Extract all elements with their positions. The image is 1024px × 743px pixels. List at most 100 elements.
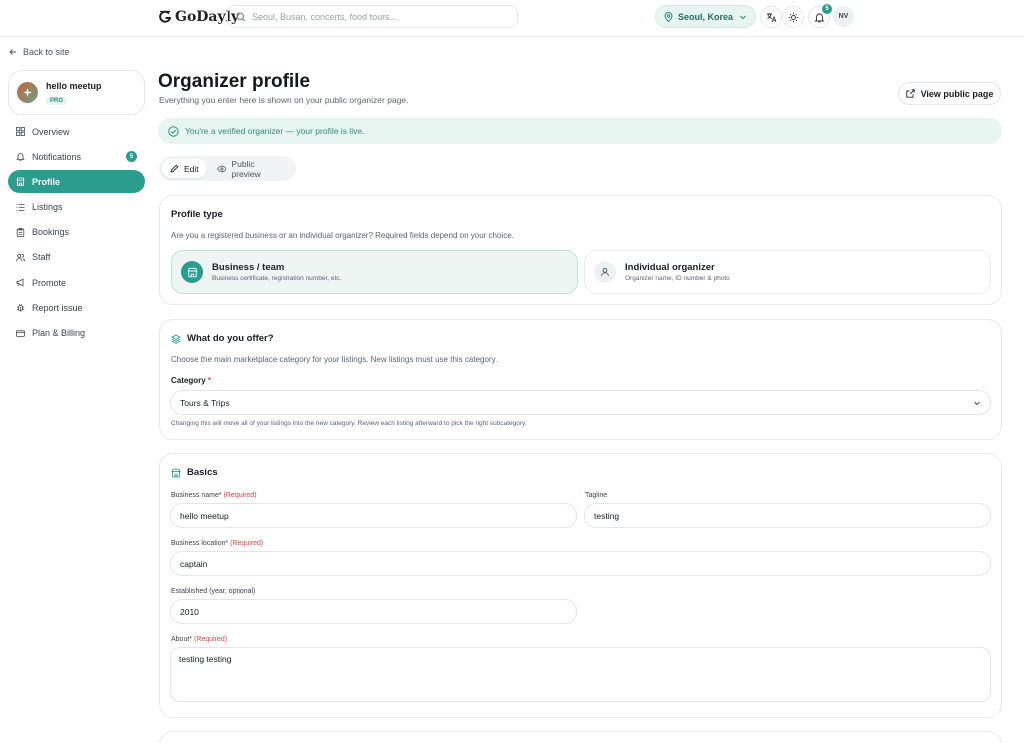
tab-edit[interactable]: Edit — [162, 159, 207, 178]
organizer-name: hello meetup — [46, 80, 102, 91]
store-icon — [181, 261, 203, 283]
business-name-label: Business name* (Required) — [171, 492, 257, 499]
option-label: Business / team — [212, 262, 285, 273]
card-title-text: What do you offer? — [187, 333, 274, 344]
tab-public-preview[interactable]: Public preview — [209, 158, 293, 179]
sidebar-item-notifications[interactable]: Notifications 5 — [8, 145, 145, 168]
notification-count-badge: 5 — [822, 4, 832, 14]
required-marker: * — [207, 376, 212, 385]
option-sublabel: Organizer name, ID number & photo — [625, 275, 730, 282]
tagline-label: Tagline — [585, 492, 607, 499]
sun-icon — [788, 12, 798, 22]
sidebar-item-bookings[interactable]: Bookings — [8, 221, 145, 244]
label-text: Business name* — [171, 492, 222, 499]
layers-icon — [171, 333, 181, 344]
label-text: About* — [171, 636, 193, 643]
sidebar-item-label: Listings — [32, 202, 63, 213]
sidebar-item-label: Profile — [32, 176, 61, 187]
sidebar-item-label: Notifications — [32, 151, 82, 162]
category-helper-text: Changing this will move all of your list… — [171, 420, 527, 427]
verified-banner: You're a verified organizer — your profi… — [158, 118, 1002, 144]
translate-icon — [766, 12, 776, 22]
established-input[interactable]: 2010 — [170, 599, 577, 624]
logo-mark-icon — [159, 10, 172, 23]
sidebar-item-label: Overview — [32, 126, 70, 137]
chevron-down-icon — [974, 401, 980, 406]
sidebar-item-promote[interactable]: Promote — [8, 271, 145, 294]
category-label-text: Category — [171, 376, 206, 385]
option-label: Individual organizer — [625, 262, 715, 273]
view-public-page-button[interactable]: View public page — [898, 82, 1001, 105]
eye-icon — [216, 165, 227, 172]
profile-type-description: Are you a registered business or an indi… — [171, 231, 514, 240]
sidebar-item-staff[interactable]: Staff — [8, 246, 145, 269]
store-icon — [16, 177, 25, 187]
organizer-avatar — [17, 82, 38, 103]
card-icon — [16, 329, 25, 338]
translate-button[interactable] — [760, 6, 782, 28]
card-title-text: Profile type — [171, 209, 223, 220]
category-select[interactable]: Tours & Trips — [170, 390, 991, 415]
option-sublabel: Business certificate, registration numbe… — [212, 275, 342, 282]
required-marker: (Required) — [223, 492, 257, 499]
business-name-input[interactable]: hello meetup — [170, 503, 577, 528]
grid-icon — [16, 127, 25, 136]
required-marker: (Required) — [230, 540, 264, 547]
user-avatar[interactable]: NV — [833, 6, 854, 27]
sidebar-item-label: Promote — [32, 277, 67, 288]
users-icon — [16, 253, 25, 262]
sidebar-item-label: Bookings — [32, 227, 70, 238]
back-to-site-link[interactable]: Back to site — [9, 47, 70, 57]
store-icon — [171, 468, 181, 477]
sidebar-item-profile[interactable]: Profile — [8, 170, 145, 194]
basics-title: Basics — [171, 467, 218, 478]
theme-toggle-button[interactable] — [782, 6, 804, 28]
sidebar-item-overview[interactable]: Overview — [8, 120, 145, 143]
arrow-left-icon — [9, 49, 16, 55]
tab-label: Public preview — [231, 158, 261, 179]
offer-title: What do you offer? — [171, 333, 274, 344]
plan-badge: PRO — [46, 96, 68, 105]
sidebar-item-report-issue[interactable]: Report issue — [8, 296, 145, 319]
label-text: Business location* — [171, 540, 229, 547]
location-selector[interactable]: Seoul, Korea — [655, 5, 756, 28]
notifications-count-badge: 5 — [126, 151, 137, 163]
tagline-input[interactable]: testing — [584, 503, 991, 528]
user-icon — [594, 261, 616, 283]
business-location-input[interactable]: captain — [170, 551, 991, 576]
next-section-card — [159, 731, 1002, 743]
required-marker: (Required) — [193, 636, 228, 643]
verified-text: You're a verified organizer — your profi… — [185, 126, 365, 136]
label-text: Tagline — [585, 492, 608, 499]
organizer-card[interactable]: hello meetup PRO — [8, 70, 145, 115]
basics-card: Basics Business name* (Required) hello m… — [159, 453, 1002, 718]
sidebar-item-plan-billing[interactable]: Plan & Billing — [8, 322, 145, 345]
about-textarea[interactable]: testing testing — [170, 647, 991, 702]
location-label: Seoul, Korea — [678, 11, 734, 22]
sparkle-icon — [23, 88, 32, 97]
bug-icon — [16, 303, 25, 312]
offer-card: What do you offer? Choose the main marke… — [159, 319, 1002, 440]
page-subtitle: Everything you enter here is shown on yo… — [159, 95, 409, 105]
profile-type-business-option[interactable]: Business / team Business certificate, re… — [171, 250, 578, 294]
sidebar-item-label: Report issue — [32, 302, 83, 313]
sidebar-item-label: Plan & Billing — [32, 328, 86, 338]
tab-label: Edit — [184, 163, 199, 174]
bell-icon — [16, 152, 25, 161]
check-circle-icon — [168, 125, 179, 137]
profile-type-individual-option[interactable]: Individual organizer Organizer name, ID … — [584, 250, 991, 294]
profile-type-card: Profile type Are you a registered busine… — [159, 195, 1002, 305]
map-pin-icon — [664, 11, 673, 22]
category-value: Tours & Trips — [180, 397, 230, 408]
search-input[interactable] — [252, 11, 502, 22]
category-label: Category * — [171, 376, 211, 385]
notifications-button[interactable]: 5 — [808, 4, 832, 28]
search-box[interactable] — [227, 5, 518, 28]
external-link-icon — [905, 89, 915, 98]
search-icon — [236, 11, 246, 21]
established-label: Established (year, optional) — [171, 588, 255, 595]
bell-icon — [813, 13, 825, 22]
clipboard-icon — [16, 227, 25, 237]
sidebar-item-listings[interactable]: Listings — [8, 196, 145, 219]
profile-type-title: Profile type — [171, 209, 223, 220]
